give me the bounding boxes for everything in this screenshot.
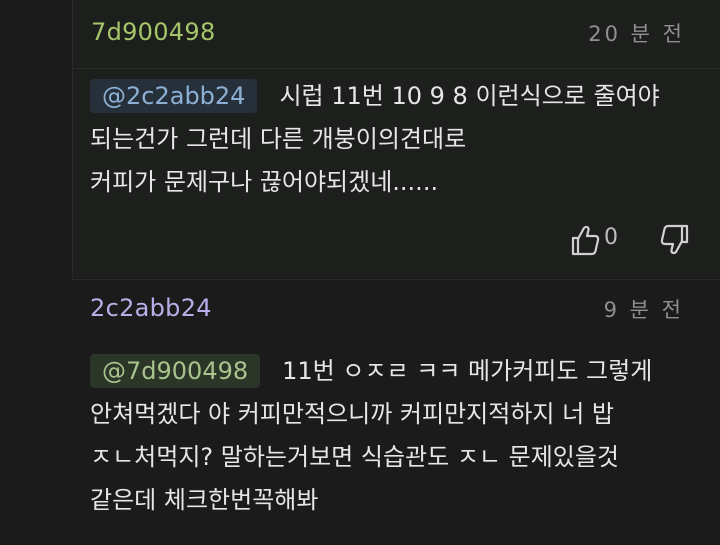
divider <box>73 68 720 69</box>
comment-header: 7d900498 20 분 전 <box>91 18 685 54</box>
comment-line: 시럽 11번 10 9 8 이런식으로 줄여야 <box>279 82 660 110</box>
comment-line: 되는건가 그런데 다른 개붕이의견대로 <box>90 125 467 153</box>
comment-time: 20 분 전 <box>588 22 685 46</box>
like-count: 0 <box>604 225 618 250</box>
comment-author[interactable]: 7d900498 <box>91 18 216 46</box>
thumbs-down-icon[interactable] <box>660 224 690 256</box>
comment-line: 같은데 체크한번꼭해봐 <box>90 486 319 514</box>
thumbs-up-icon[interactable] <box>570 224 600 256</box>
comment-author[interactable]: 2c2abb24 <box>90 294 212 322</box>
comment-time: 9 분 전 <box>603 298 684 322</box>
comment-header: 2c2abb24 9 분 전 <box>90 294 684 330</box>
comment-line: 11번 ㅇㅈㄹ ㅋㅋ 메가커피도 그렇게 <box>282 357 653 385</box>
comment-line: 커피가 문제구나 끊어야되겠네...... <box>90 168 439 196</box>
comment-body: @2c2abb24 시럽 11번 10 9 8 이런식으로 줄여야 되는건가 그런… <box>90 75 690 204</box>
comment-actions: 0 <box>570 222 690 262</box>
mention-tag[interactable]: @2c2abb24 <box>90 79 258 113</box>
comment-body: @7d900498 11번 ㅇㅈㄹ ㅋㅋ 메가커피도 그렇게 안쳐먹겠다 야 커피… <box>90 350 700 522</box>
comment-line: ㅈㄴ처먹지? 말하는거보면 식습관도 ㅈㄴ 문제있을것 <box>90 443 620 471</box>
comment-line: 안쳐먹겠다 야 커피만적으니까 커피만지적하지 너 밥 <box>90 400 614 428</box>
mention-tag[interactable]: @7d900498 <box>90 354 261 388</box>
